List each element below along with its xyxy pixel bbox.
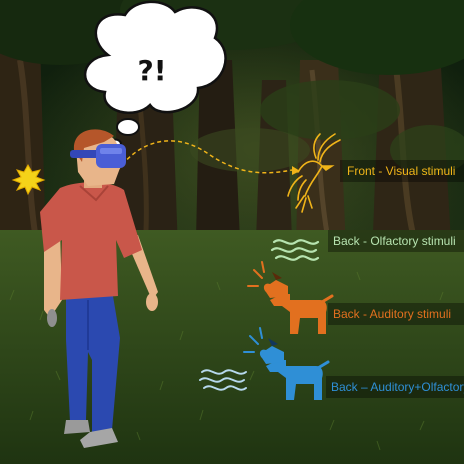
- label-back-olfactory: Back - Olfactory stimuli: [333, 234, 456, 248]
- left-shoe: [64, 420, 90, 434]
- label-back-auditory-olfactory: Back – Auditory+Olfactory stimuli: [331, 380, 464, 394]
- label-back-auditory: Back - Auditory stimuli: [333, 307, 451, 321]
- thought-bubble-text: ?!: [137, 54, 166, 87]
- illustration: ?! Front - Visual stimuli Back - Olfacto…: [0, 0, 464, 464]
- vr-headset-strap: [70, 150, 100, 158]
- vr-headset: [96, 144, 126, 168]
- jeans: [66, 290, 120, 432]
- label-front-visual: Front - Visual stimuli: [347, 164, 455, 178]
- forest-scene: ?! Front - Visual stimuli Back - Olfacto…: [0, 0, 464, 464]
